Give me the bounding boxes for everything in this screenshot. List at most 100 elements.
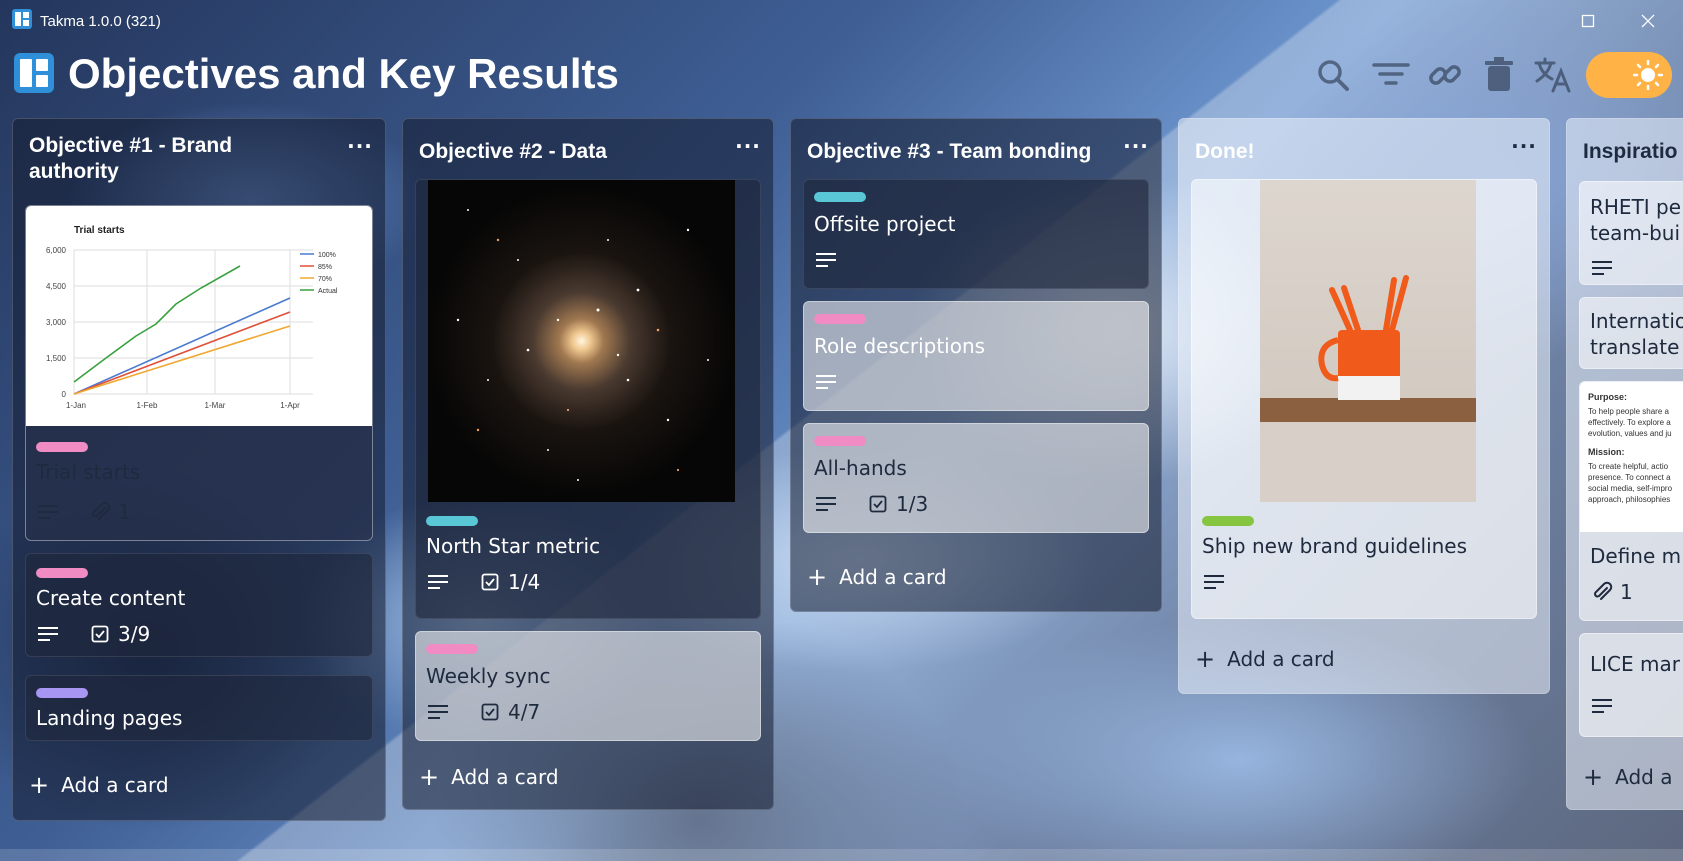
card-title: Define m xyxy=(1590,544,1682,568)
plus-icon: + xyxy=(1195,645,1216,673)
maximize-button[interactable] xyxy=(1565,6,1611,36)
description-badge xyxy=(1590,694,1620,718)
description-badge xyxy=(426,700,456,724)
card-badges xyxy=(1202,570,1254,594)
description-badge xyxy=(36,622,66,646)
column-title[interactable]: Objective #2 - Data xyxy=(419,139,607,165)
column-title[interactable]: Inspiratio xyxy=(1583,139,1678,165)
add-card-button[interactable]: + Add a xyxy=(1583,763,1672,791)
description-icon xyxy=(1202,570,1226,594)
link-button[interactable] xyxy=(1424,54,1466,96)
card-title: Trial starts xyxy=(36,460,141,484)
sun-icon xyxy=(1632,59,1664,91)
plus-icon: + xyxy=(1583,763,1604,791)
search-icon xyxy=(1318,60,1349,91)
card-title: Internatio translate xyxy=(1590,309,1683,359)
close-button[interactable] xyxy=(1625,6,1671,36)
x-tick: 1-Mar xyxy=(205,401,226,410)
card-international[interactable]: Internatio translate xyxy=(1579,297,1683,369)
card-all-hands[interactable]: All-hands 1/3 xyxy=(803,423,1149,533)
column-menu-button[interactable]: ··· xyxy=(1121,136,1151,163)
column-title[interactable]: Done! xyxy=(1195,139,1255,165)
card-label xyxy=(814,314,866,324)
checkbox-icon xyxy=(478,570,502,594)
card-cover-orange-mug-image xyxy=(1260,180,1476,502)
card-north-star-metric[interactable]: North Star metric 1/4 xyxy=(415,179,761,619)
board-logo-icon xyxy=(14,53,54,97)
card-badges xyxy=(1590,256,1642,280)
y-tick: 0 xyxy=(62,390,67,399)
card-title: North Star metric xyxy=(426,534,601,558)
filter-icon xyxy=(1372,63,1410,85)
legend-entry: 100% xyxy=(318,252,336,259)
card-label xyxy=(36,442,88,452)
card-rheti[interactable]: RHETI pe team-bui xyxy=(1579,181,1683,285)
legend-entry: 70% xyxy=(318,276,332,283)
checklist-badge: 4/7 xyxy=(478,700,540,724)
card-label xyxy=(814,436,866,446)
card-label xyxy=(426,644,478,654)
column-title[interactable]: Objective #3 - Team bonding xyxy=(807,139,1091,165)
checkbox-icon xyxy=(478,700,502,724)
description-icon xyxy=(814,492,838,516)
search-button[interactable] xyxy=(1312,54,1354,96)
board-title[interactable]: Objectives and Key Results xyxy=(68,50,619,98)
checklist-progress: 4/7 xyxy=(508,700,541,724)
add-card-button[interactable]: + Add a card xyxy=(1195,645,1335,673)
column-menu-button[interactable]: ··· xyxy=(1509,136,1539,163)
checklist-progress: 1/4 xyxy=(508,570,541,594)
checklist-progress: 3/9 xyxy=(118,622,151,646)
legend-entry: Actual xyxy=(318,288,338,295)
card-badges: 1 xyxy=(36,500,153,524)
trash-button[interactable] xyxy=(1478,54,1520,96)
card-title: RHETI pe team-bui xyxy=(1590,195,1682,245)
board-header: Objectives and Key Results xyxy=(0,42,1683,106)
card-lice[interactable]: LICE mar xyxy=(1579,633,1683,737)
column-objective-1: Objective #1 - Brand authority ··· Trial… xyxy=(12,118,386,821)
card-trial-starts[interactable]: Trial starts 6,000 4,500 3,000 1,500 0 1… xyxy=(25,205,373,541)
checklist-badge: 1/3 xyxy=(866,492,928,516)
column-menu-button[interactable]: ··· xyxy=(733,136,763,163)
horizontal-scrollbar[interactable] xyxy=(0,849,1683,861)
card-title: Offsite project xyxy=(814,212,956,236)
column-menu-button[interactable]: ··· xyxy=(345,136,375,163)
card-label xyxy=(814,192,866,202)
card-title: Weekly sync xyxy=(426,664,551,688)
series-line-70 xyxy=(73,325,291,395)
card-title: All-hands xyxy=(814,456,907,480)
card-role-descriptions[interactable]: Role descriptions xyxy=(803,301,1149,411)
description-icon xyxy=(814,370,838,394)
card-badges: 4/7 xyxy=(426,700,562,724)
translate-icon xyxy=(1534,57,1571,93)
card-label xyxy=(36,688,88,698)
checkbox-icon xyxy=(866,492,890,516)
card-define-mission[interactable]: Purpose: To help people share a effectiv… xyxy=(1579,381,1683,621)
column-objective-3: Objective #3 - Team bonding ··· Offsite … xyxy=(790,118,1162,612)
translate-button[interactable] xyxy=(1532,54,1574,96)
theme-toggle[interactable] xyxy=(1586,52,1672,98)
card-title: LICE mar xyxy=(1590,652,1680,676)
chart-title: Trial starts xyxy=(74,225,125,236)
card-weekly-sync[interactable]: Weekly sync 4/7 xyxy=(415,631,761,741)
attachment-count: 1 xyxy=(1620,580,1633,604)
filter-button[interactable] xyxy=(1370,54,1412,96)
description-icon xyxy=(36,500,60,524)
description-icon xyxy=(814,248,838,272)
link-icon xyxy=(1429,65,1461,85)
close-icon xyxy=(1641,14,1655,28)
column-title[interactable]: Objective #1 - Brand authority xyxy=(29,133,232,185)
card-create-content[interactable]: Create content 3/9 xyxy=(25,553,373,657)
description-badge xyxy=(814,370,844,394)
add-card-button[interactable]: + Add a card xyxy=(419,763,559,791)
card-landing-pages[interactable]: Landing pages xyxy=(25,675,373,741)
plus-icon: + xyxy=(807,563,828,591)
card-cover-chart: Trial starts 6,000 4,500 3,000 1,500 0 1… xyxy=(26,206,372,426)
add-card-button[interactable]: + Add a card xyxy=(807,563,947,591)
card-badges: 1 xyxy=(1590,580,1655,604)
card-ship-new-brand-guidelines[interactable]: Ship new brand guidelines xyxy=(1191,179,1537,619)
window-title: Takma 1.0.0 (321) xyxy=(40,12,161,30)
checklist-progress: 1/3 xyxy=(896,492,929,516)
add-card-button[interactable]: + Add a card xyxy=(29,771,169,799)
card-badges xyxy=(814,370,866,394)
card-offsite-project[interactable]: Offsite project xyxy=(803,179,1149,289)
